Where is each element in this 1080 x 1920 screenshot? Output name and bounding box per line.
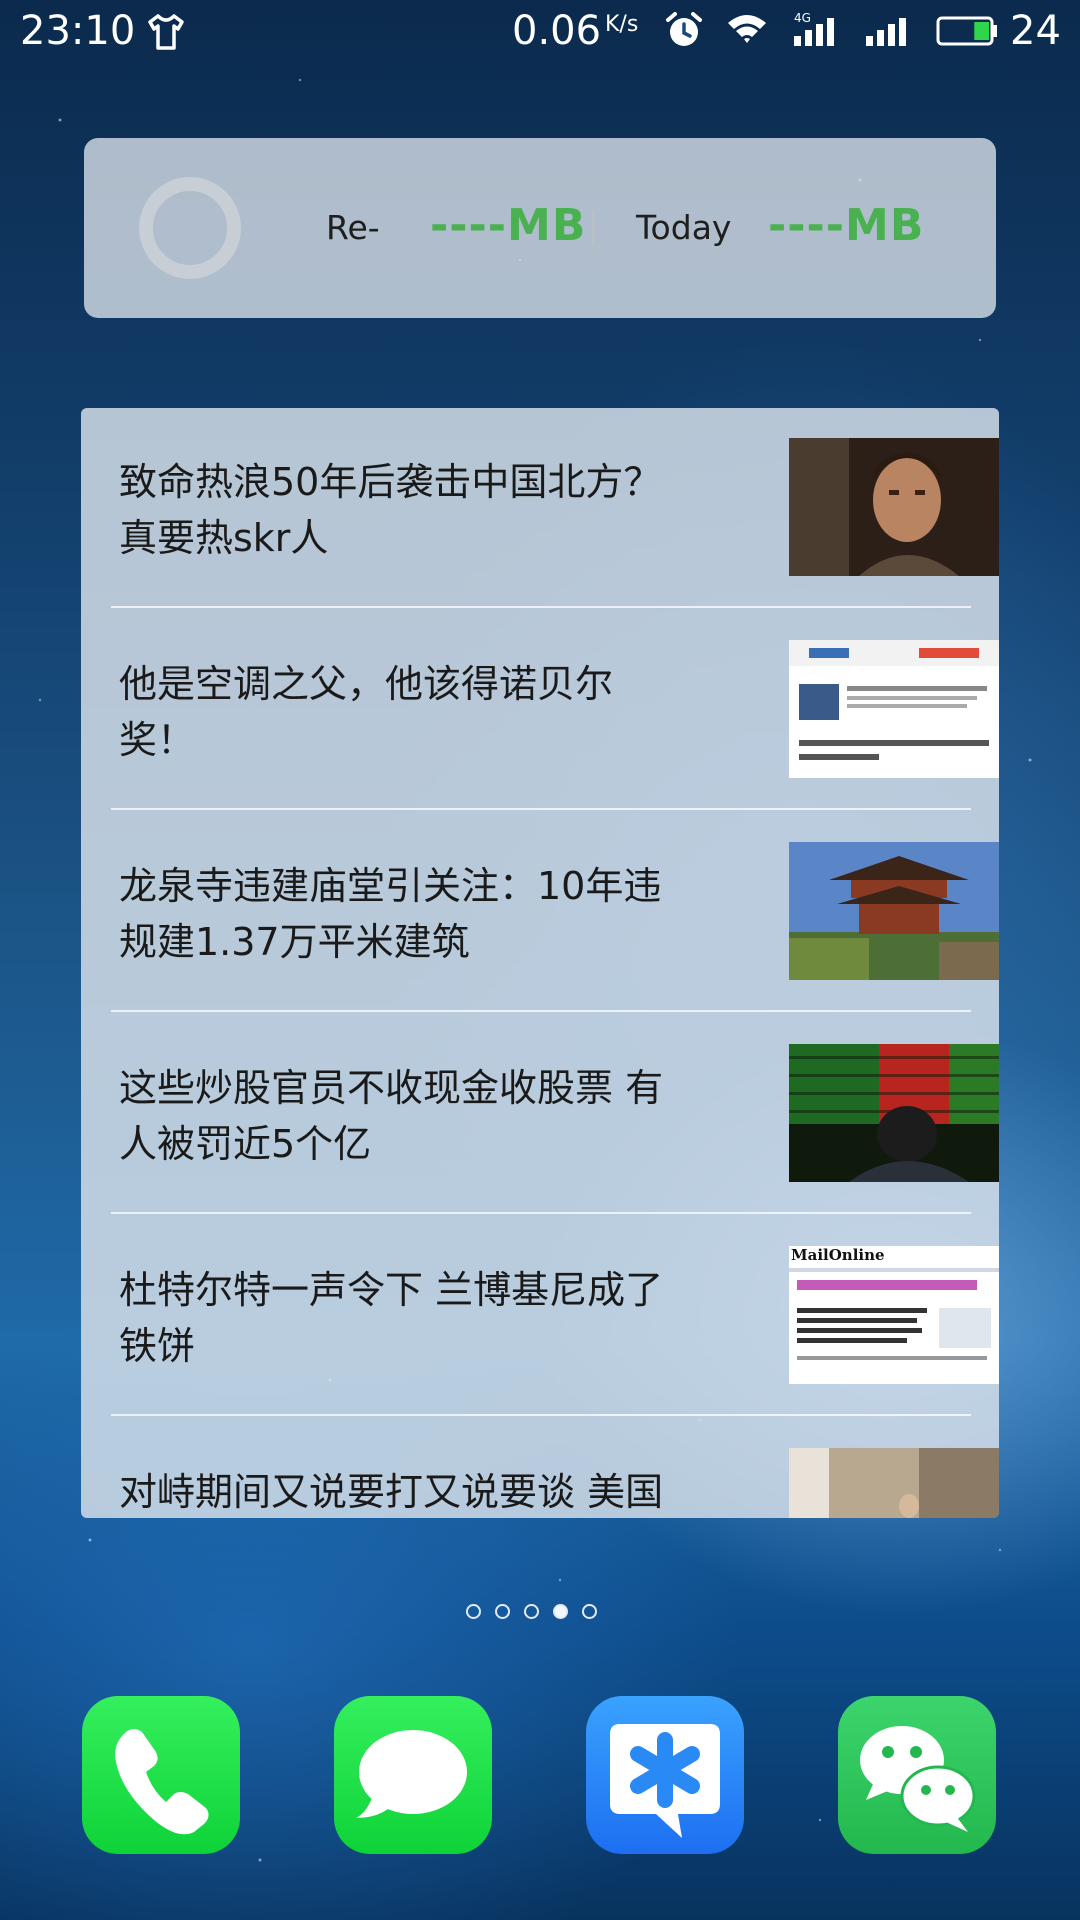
- divider: [592, 210, 595, 246]
- today-value: ----MB: [768, 200, 925, 251]
- news-title-line: 杜特尔特一声令下 兰博基尼成了: [119, 1268, 664, 1312]
- news-title-line: 这些炒股官员不收现金收股票 有: [119, 1066, 664, 1110]
- battery-icon: [936, 16, 997, 46]
- qq-mail-app-icon[interactable]: [586, 1696, 744, 1854]
- wifi-icon: [728, 15, 766, 43]
- news-title-line: 致命热浪50年后袭击中国北方？: [119, 460, 662, 504]
- divider: [111, 606, 971, 608]
- net-speed: 0.06: [512, 8, 602, 54]
- news-title-line: 他是空调之父，他该得诺贝尔: [119, 662, 614, 706]
- wechat-icon: [860, 1726, 976, 1832]
- page-dot[interactable]: [582, 1604, 597, 1619]
- net-speed-unit: K/s: [605, 12, 639, 37]
- message-bubble-icon: [356, 1730, 467, 1818]
- divider: [111, 808, 971, 810]
- news-title: 杜特尔特一声令下 兰博基尼成了 铁饼: [119, 1262, 719, 1374]
- wechat-app-icon[interactable]: [838, 1696, 996, 1854]
- news-title-line: 规建1.37万平米建筑: [119, 920, 470, 964]
- svg-text:MailOnline: MailOnline: [791, 1246, 885, 1264]
- data-usage-widget[interactable]: Re- ----MB Today ----MB: [84, 138, 996, 318]
- news-title-line: 人被罚近5个亿: [119, 1122, 372, 1166]
- news-title: 龙泉寺违建庙堂引关注：10年违 规建1.37万平米建筑: [119, 858, 719, 970]
- divider: [111, 1414, 971, 1416]
- page-dot[interactable]: [524, 1604, 539, 1619]
- news-title: 对峙期间又说要打又说要谈 美国: [119, 1464, 719, 1518]
- news-title-line: 龙泉寺违建庙堂引关注：10年违: [119, 864, 662, 908]
- news-item[interactable]: 对峙期间又说要打又说要谈 美国: [111, 1442, 999, 1518]
- mailonline-screenshot-thumb: MailOnline: [789, 1246, 999, 1384]
- remaining-value: ----MB: [430, 200, 587, 251]
- news-item[interactable]: 致命热浪50年后袭击中国北方？ 真要热skr人: [111, 432, 999, 634]
- today-label: Today: [636, 208, 732, 247]
- news-title-line: 铁饼: [119, 1324, 196, 1368]
- news-item[interactable]: 杜特尔特一声令下 兰博基尼成了 铁饼 MailOnline: [111, 1240, 999, 1442]
- status-time: 23:10: [20, 8, 136, 54]
- news-title-line: 真要热skr人: [119, 516, 329, 560]
- asterisk-bubble-icon: [610, 1724, 720, 1838]
- page-dot[interactable]: [495, 1604, 510, 1619]
- news-widget[interactable]: 致命热浪50年后袭击中国北方？ 真要热skr人 他是空调之父，他该得诺贝尔 奖！: [81, 408, 999, 1518]
- news-title-line: 对峙期间又说要打又说要谈 美国: [119, 1470, 664, 1514]
- status-bar: 23:10 0.06 K/s 4G 24: [0, 0, 1080, 66]
- usage-ring-icon: [139, 177, 241, 279]
- news-title: 他是空调之父，他该得诺贝尔 奖！: [119, 656, 719, 768]
- news-item[interactable]: 他是空调之父，他该得诺贝尔 奖！: [111, 634, 999, 836]
- battery-percent: 24: [1010, 8, 1061, 54]
- divider: [111, 1010, 971, 1012]
- office-photo-thumb: [789, 1448, 999, 1518]
- cellular-signal-icon: [866, 18, 906, 46]
- tshirt-icon: [148, 14, 184, 50]
- network-type-label: 4G: [794, 11, 811, 25]
- man-portrait-thumb: [789, 438, 999, 576]
- stock-board-thumb: [789, 1044, 999, 1182]
- news-item[interactable]: 这些炒股官员不收现金收股票 有 人被罚近5个亿: [111, 1038, 999, 1240]
- news-title: 这些炒股官员不收现金收股票 有 人被罚近5个亿: [119, 1060, 719, 1172]
- phone-icon: [115, 1729, 209, 1835]
- temple-thumb: [789, 842, 999, 980]
- page-dot[interactable]: [466, 1604, 481, 1619]
- news-title-line: 奖！: [119, 718, 196, 762]
- remaining-label: Re-: [326, 208, 380, 247]
- messages-app-icon[interactable]: [334, 1696, 492, 1854]
- phone-app-icon[interactable]: [82, 1696, 240, 1854]
- news-site-screenshot-thumb: [789, 640, 999, 778]
- page-indicator[interactable]: [464, 1604, 624, 1628]
- news-title: 致命热浪50年后袭击中国北方？ 真要热skr人: [119, 454, 719, 566]
- page-dot-active[interactable]: [553, 1604, 568, 1619]
- alarm-icon: [666, 12, 702, 46]
- news-item[interactable]: 龙泉寺违建庙堂引关注：10年违 规建1.37万平米建筑: [111, 836, 999, 1038]
- divider: [111, 1212, 971, 1214]
- cellular-4g-icon: 4G: [794, 11, 834, 46]
